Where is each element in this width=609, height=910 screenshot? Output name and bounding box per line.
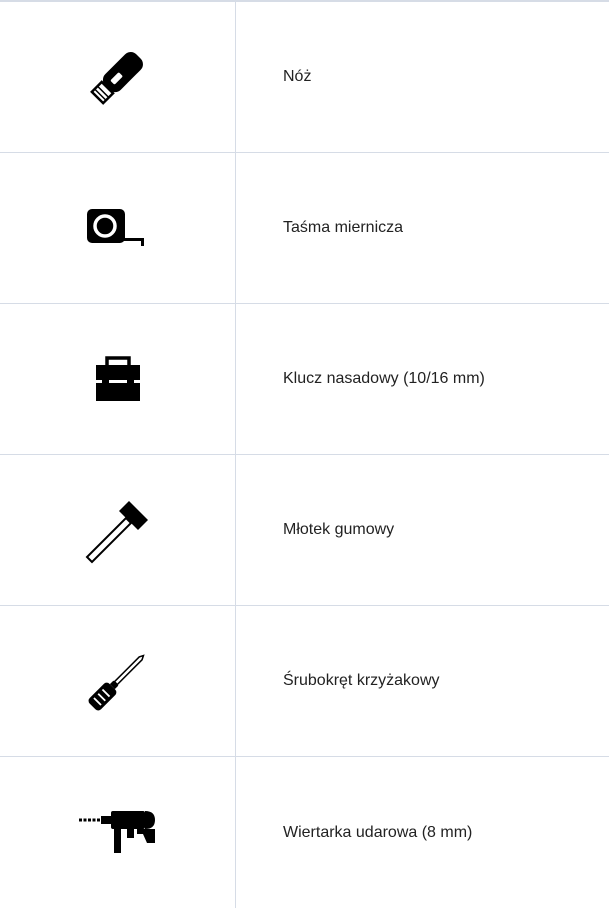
tool-icon-cell (0, 757, 236, 908)
toolbox-icon (95, 356, 140, 401)
tape-measure-icon (86, 209, 144, 246)
utility-knife-icon (89, 52, 143, 105)
tool-row-screwdriver: Śrubokręt krzyżakowy (0, 606, 609, 757)
tool-label: Śrubokręt krzyżakowy (283, 672, 440, 689)
hammer-icon (85, 501, 148, 564)
tool-row-hammer-drill: Wiertarka udarowa (8 mm) (0, 757, 609, 908)
tool-row-socket-wrench: Klucz nasadowy (10/16 mm) (0, 304, 609, 455)
tool-row-tape-measure: Taśma miernicza (0, 153, 609, 304)
tool-label: Klucz nasadowy (10/16 mm) (283, 370, 485, 387)
tool-label: Wiertarka udarowa (8 mm) (283, 823, 473, 841)
tool-icon-cell (0, 153, 236, 303)
tool-label-cell: Klucz nasadowy (10/16 mm) (283, 304, 485, 454)
tool-label-cell: Młotek gumowy (283, 455, 394, 605)
tool-row-hammer: Młotek gumowy (0, 455, 609, 606)
tool-label: Taśma miernicza (283, 219, 404, 236)
hammer-drill-icon (78, 810, 155, 853)
tools-table: Nóż Taśma miernicza Klucz nasadowy (10/1… (0, 0, 609, 910)
screwdriver-icon (88, 654, 145, 711)
tool-icon-cell (0, 304, 236, 454)
tool-label-cell: Nóż (283, 2, 311, 152)
tool-label: Nóż (283, 68, 312, 85)
tool-icon-cell (0, 606, 236, 756)
tool-label-cell: Taśma miernicza (283, 153, 403, 303)
tool-icon-cell (0, 455, 236, 605)
tool-label: Młotek gumowy (283, 521, 395, 538)
tool-label-cell: Śrubokręt krzyżakowy (283, 606, 440, 756)
tool-icon-cell (0, 2, 236, 152)
tool-row-knife: Nóż (0, 2, 609, 153)
tool-label-cell: Wiertarka udarowa (8 mm) (283, 757, 472, 908)
